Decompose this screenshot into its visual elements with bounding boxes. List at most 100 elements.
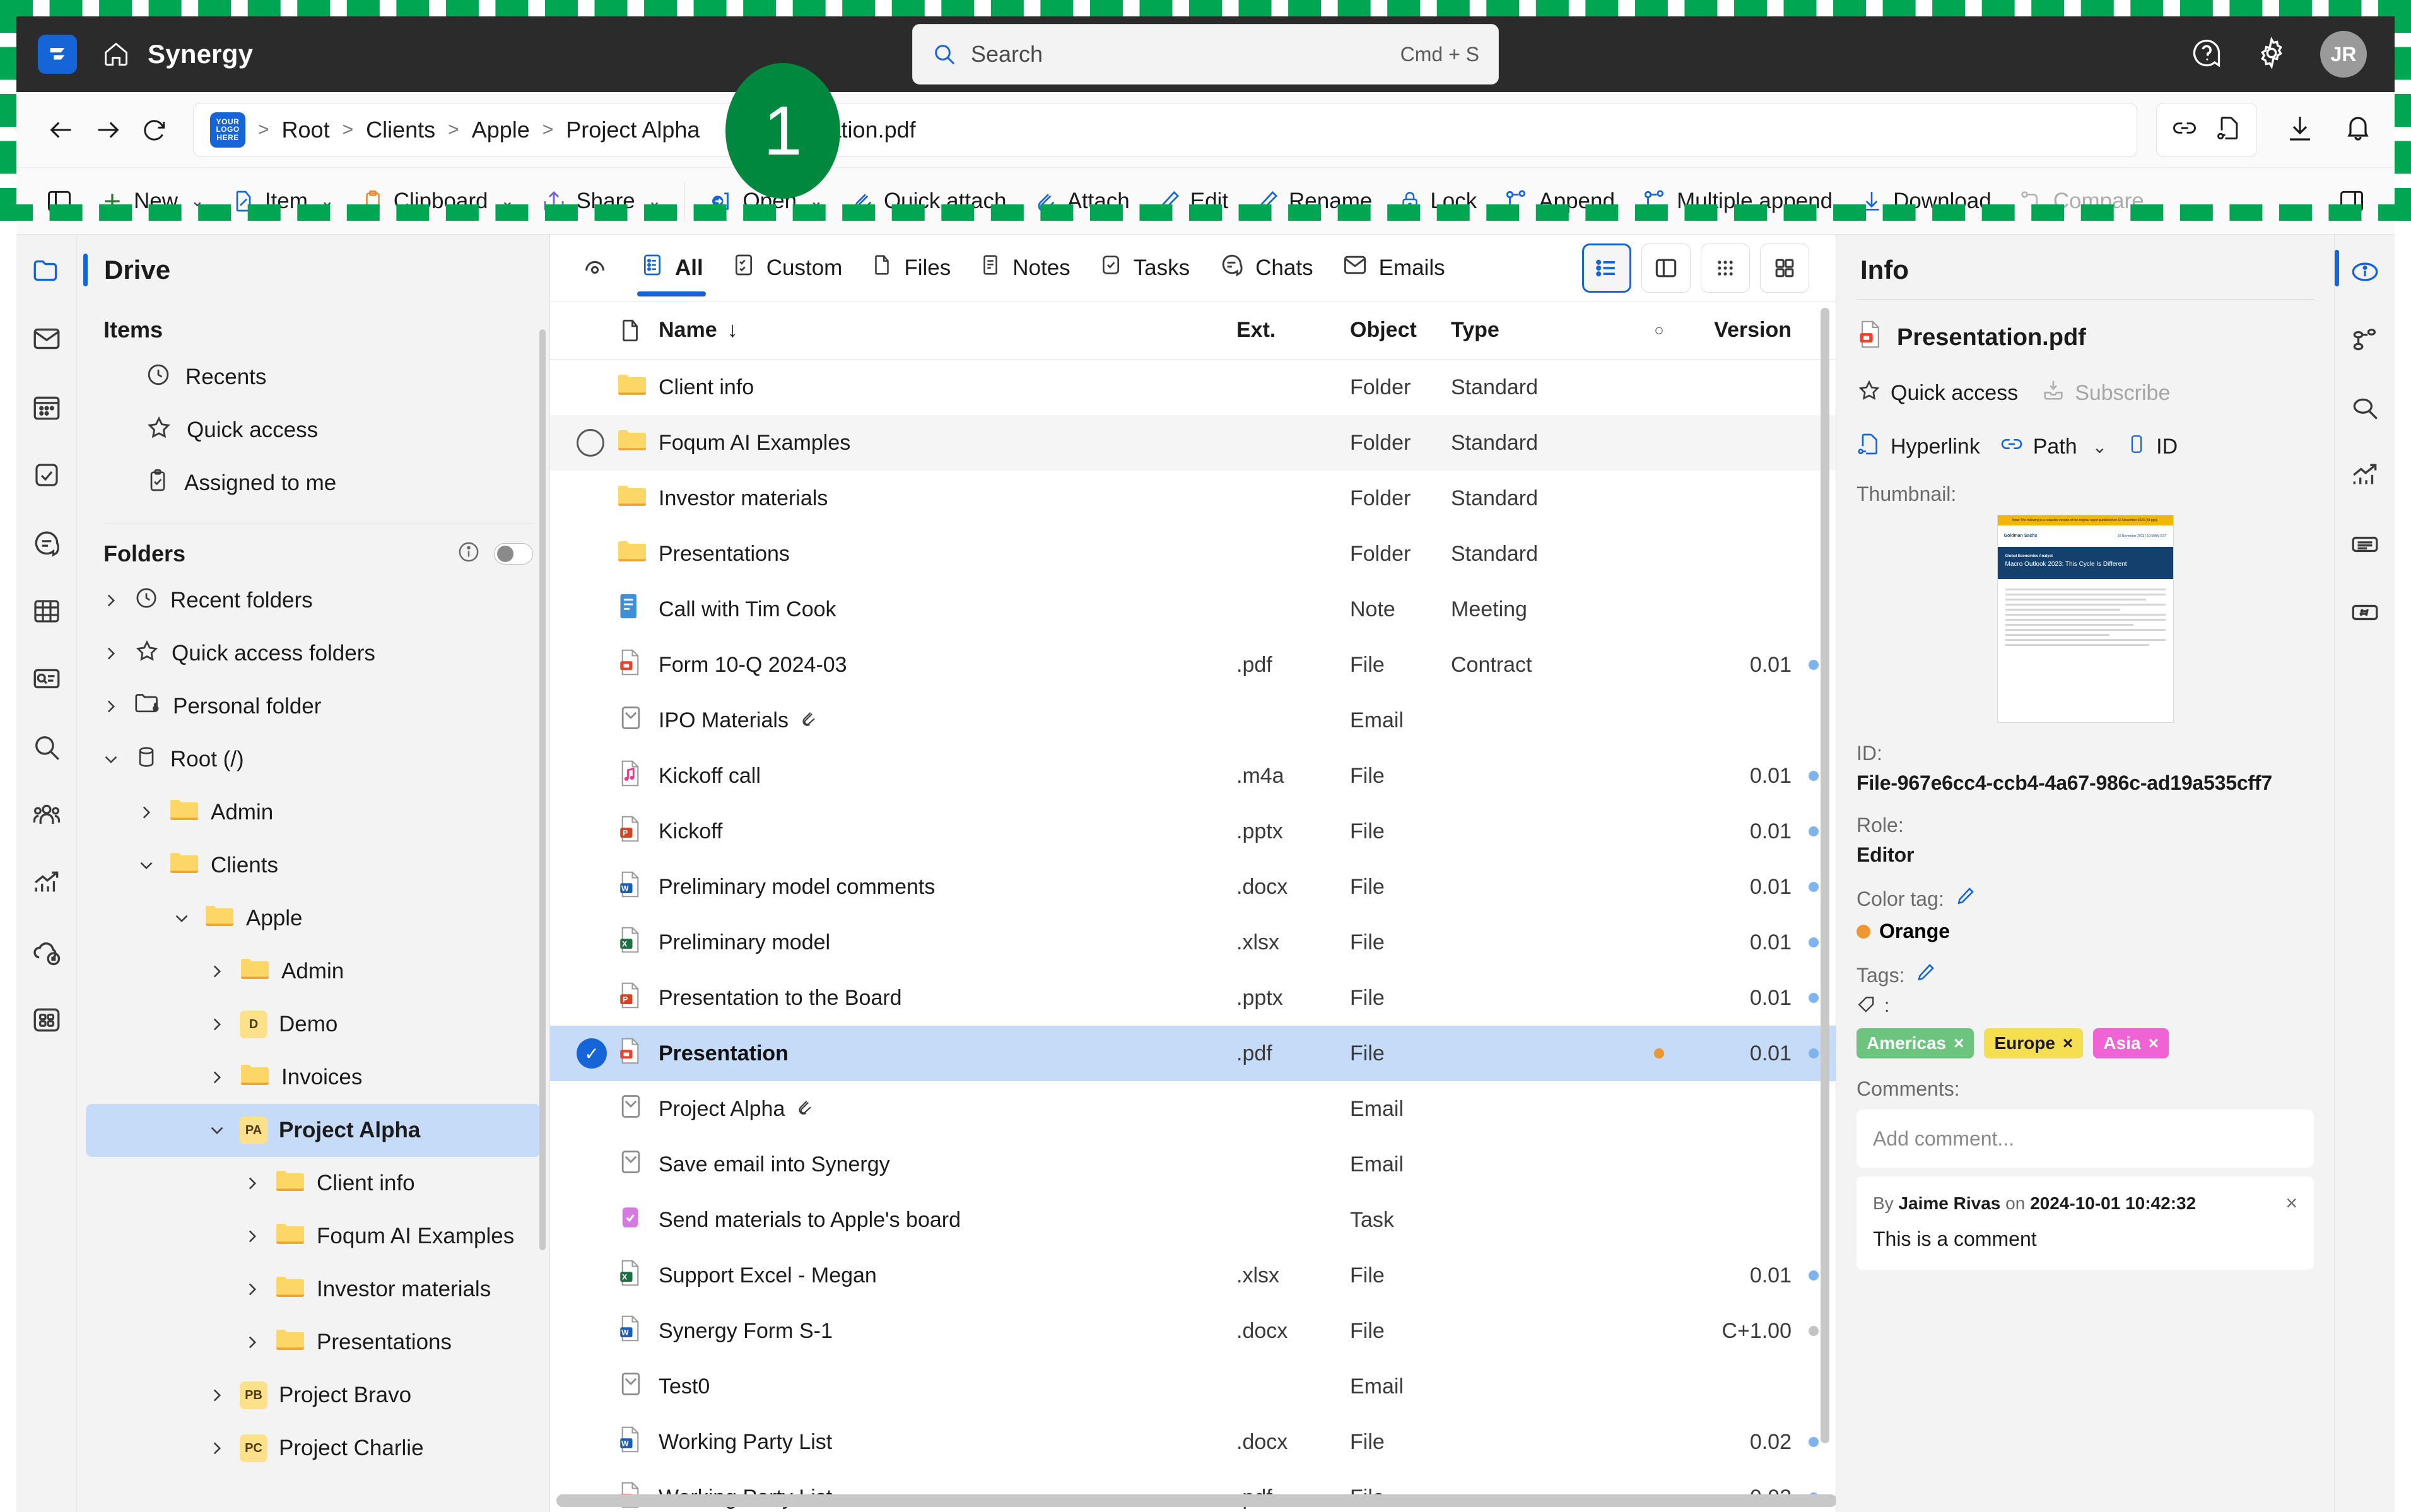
table-row[interactable]: IPO Materials Email — [550, 693, 1836, 748]
split-view-button[interactable] — [1641, 243, 1691, 293]
table-row[interactable]: Test0 Email — [550, 1359, 1836, 1414]
breadcrumb[interactable]: YOUR LOGO HERE > Root > Clients > Apple … — [193, 102, 2137, 157]
column-header-object[interactable]: Object — [1350, 318, 1451, 343]
row-name-cell[interactable]: Investor materials — [659, 486, 1236, 511]
chevron-right-icon[interactable] — [100, 643, 122, 664]
toolbar-append-button[interactable]: Append — [1492, 177, 1626, 226]
id-button[interactable]: ID — [2126, 430, 2178, 464]
checkbox-icon[interactable] — [27, 455, 66, 495]
close-icon[interactable]: × — [2285, 1192, 2297, 1215]
home-icon[interactable] — [102, 40, 130, 68]
metadata-icon[interactable] — [2345, 525, 2385, 564]
toolbar-lock-button[interactable]: Lock — [1387, 177, 1488, 226]
table-row[interactable]: X Support Excel - Megan .xlsx File 0.01 — [550, 1248, 1836, 1303]
list-vertical-scrollbar[interactable] — [1821, 308, 1829, 1443]
avatar[interactable]: JR — [2320, 31, 2367, 78]
chevron-down-icon[interactable]: ⌄ — [2092, 437, 2107, 457]
tree-item-clients[interactable]: Clients — [86, 839, 541, 892]
table-icon[interactable] — [27, 592, 66, 631]
row-name-cell[interactable]: Call with Tim Cook — [659, 597, 1236, 622]
breadcrumb-item-root[interactable]: Root — [282, 117, 330, 143]
chevron-right-icon[interactable] — [100, 590, 122, 611]
tree-item-foqum-ai-examples[interactable]: Foqum AI Examples — [86, 1210, 541, 1263]
chevron-right-icon[interactable] — [206, 1385, 228, 1406]
chevron-right-icon[interactable] — [206, 1438, 228, 1459]
tree-item-client-info[interactable]: Client info — [86, 1157, 541, 1210]
table-row[interactable]: W Synergy Form S-1 .docx File C+1.00 — [550, 1303, 1836, 1359]
mail-icon[interactable] — [27, 319, 66, 358]
tree-item-project-charlie[interactable]: PC Project Charlie — [86, 1422, 541, 1475]
back-button[interactable] — [38, 107, 85, 153]
tree-item-invoices[interactable]: Invoices — [86, 1051, 541, 1104]
row-name-cell[interactable]: Presentation to the Board — [659, 986, 1236, 1011]
column-header-version[interactable]: Version — [1697, 318, 1792, 343]
numbers-icon[interactable] — [2345, 593, 2385, 632]
tab-tasks[interactable]: Tasks — [1084, 241, 1204, 295]
tree-item-root[interactable]: Root (/) — [86, 733, 541, 786]
calendar-icon[interactable] — [27, 387, 66, 426]
tag-remove-icon[interactable]: × — [1954, 1033, 1964, 1053]
apps-icon[interactable] — [27, 1000, 66, 1040]
row-name-cell[interactable]: IPO Materials — [659, 708, 1236, 733]
table-row[interactable]: Kickoff call .m4a File 0.01 — [550, 748, 1836, 804]
info-icon[interactable] — [2345, 252, 2385, 291]
eye-icon[interactable] — [566, 241, 623, 295]
tab-custom[interactable]: Custom — [717, 241, 857, 295]
row-name-cell[interactable]: Test0 — [659, 1374, 1236, 1399]
row-name-cell[interactable]: Save email into Synergy — [659, 1152, 1236, 1177]
chevron-down-icon[interactable] — [206, 1120, 228, 1141]
tree-item-investor-materials[interactable]: Investor materials — [86, 1263, 541, 1316]
chevron-right-icon[interactable] — [241, 1226, 264, 1247]
subscribe-button[interactable]: Subscribe — [2041, 378, 2170, 409]
chevron-right-icon[interactable] — [135, 802, 158, 823]
search-card-icon[interactable] — [27, 660, 66, 699]
path-button[interactable]: Path ⌄ — [1999, 431, 2107, 462]
table-row[interactable]: Call with Tim Cook Note Meeting — [550, 582, 1836, 637]
table-row[interactable]: P Kickoff .pptx File 0.01 — [550, 804, 1836, 859]
table-row[interactable]: Presentations Folder Standard — [550, 526, 1836, 582]
search-icon[interactable] — [27, 728, 66, 767]
row-name-cell[interactable]: Preliminary model comments — [659, 875, 1236, 900]
analytics-icon[interactable] — [27, 864, 66, 903]
table-row[interactable]: X Preliminary model .xlsx File 0.01 — [550, 915, 1836, 970]
tree-item-apple[interactable]: Apple — [86, 892, 541, 945]
tag-chip[interactable]: Asia × — [2093, 1028, 2169, 1058]
edit-color-tag-pencil-icon[interactable] — [1954, 886, 1976, 912]
chevron-down-icon[interactable] — [100, 749, 122, 770]
row-name-cell[interactable]: Synergy Form S-1 — [659, 1319, 1236, 1344]
breadcrumb-item-project-alpha[interactable]: Project Alpha — [566, 117, 700, 143]
row-name-cell[interactable]: Support Excel - Megan — [659, 1263, 1236, 1288]
chevron-down-icon[interactable] — [170, 908, 193, 929]
breadcrumb-item-apple[interactable]: Apple — [472, 117, 530, 143]
row-name-cell[interactable]: Presentation — [659, 1041, 1236, 1066]
table-row[interactable]: Save email into Synergy Email — [550, 1137, 1836, 1192]
tab-chats[interactable]: Chats — [1204, 241, 1327, 295]
refresh-button[interactable] — [131, 107, 178, 153]
chevron-right-icon[interactable] — [206, 961, 228, 982]
row-name-cell[interactable]: Preliminary model — [659, 930, 1236, 955]
row-name-cell[interactable]: Presentations — [659, 542, 1236, 566]
help-icon[interactable] — [2190, 37, 2223, 73]
table-row[interactable]: Foqum AI Examples Folder Standard — [550, 415, 1836, 471]
row-name-cell[interactable]: Kickoff — [659, 819, 1236, 844]
tab-emails[interactable]: Emails — [1327, 241, 1459, 295]
sidebar-scrollbar[interactable] — [539, 329, 546, 1250]
panel-toggle-icon[interactable] — [34, 177, 85, 226]
row-checkbox[interactable] — [577, 429, 604, 457]
table-row[interactable]: P Presentation to the Board .pptx File 0.01 — [550, 970, 1836, 1026]
document-thumbnail[interactable]: Note: The following is a redacted versio… — [1997, 515, 2174, 723]
tab-notes[interactable]: Notes — [965, 241, 1084, 295]
tag-remove-icon[interactable]: × — [2063, 1033, 2073, 1053]
row-select-cell[interactable]: ✓ — [577, 1038, 617, 1069]
column-header-colortag[interactable]: ○ — [1621, 320, 1697, 340]
tree-item-project-alpha[interactable]: PA Project Alpha — [86, 1104, 541, 1157]
forward-button[interactable] — [85, 107, 131, 153]
column-header-type[interactable]: Type — [1451, 318, 1621, 343]
row-name-cell[interactable]: Client info — [659, 375, 1236, 400]
chevron-right-icon[interactable] — [241, 1279, 264, 1300]
edit-tags-pencil-icon[interactable] — [1915, 962, 1936, 988]
grid-view-button[interactable] — [1760, 243, 1809, 293]
row-name-cell[interactable]: Kickoff call — [659, 764, 1236, 788]
row-name-cell[interactable]: Form 10-Q 2024-03 — [659, 653, 1236, 677]
table-row[interactable]: W Preliminary model comments .docx File 0.01 — [550, 859, 1836, 915]
